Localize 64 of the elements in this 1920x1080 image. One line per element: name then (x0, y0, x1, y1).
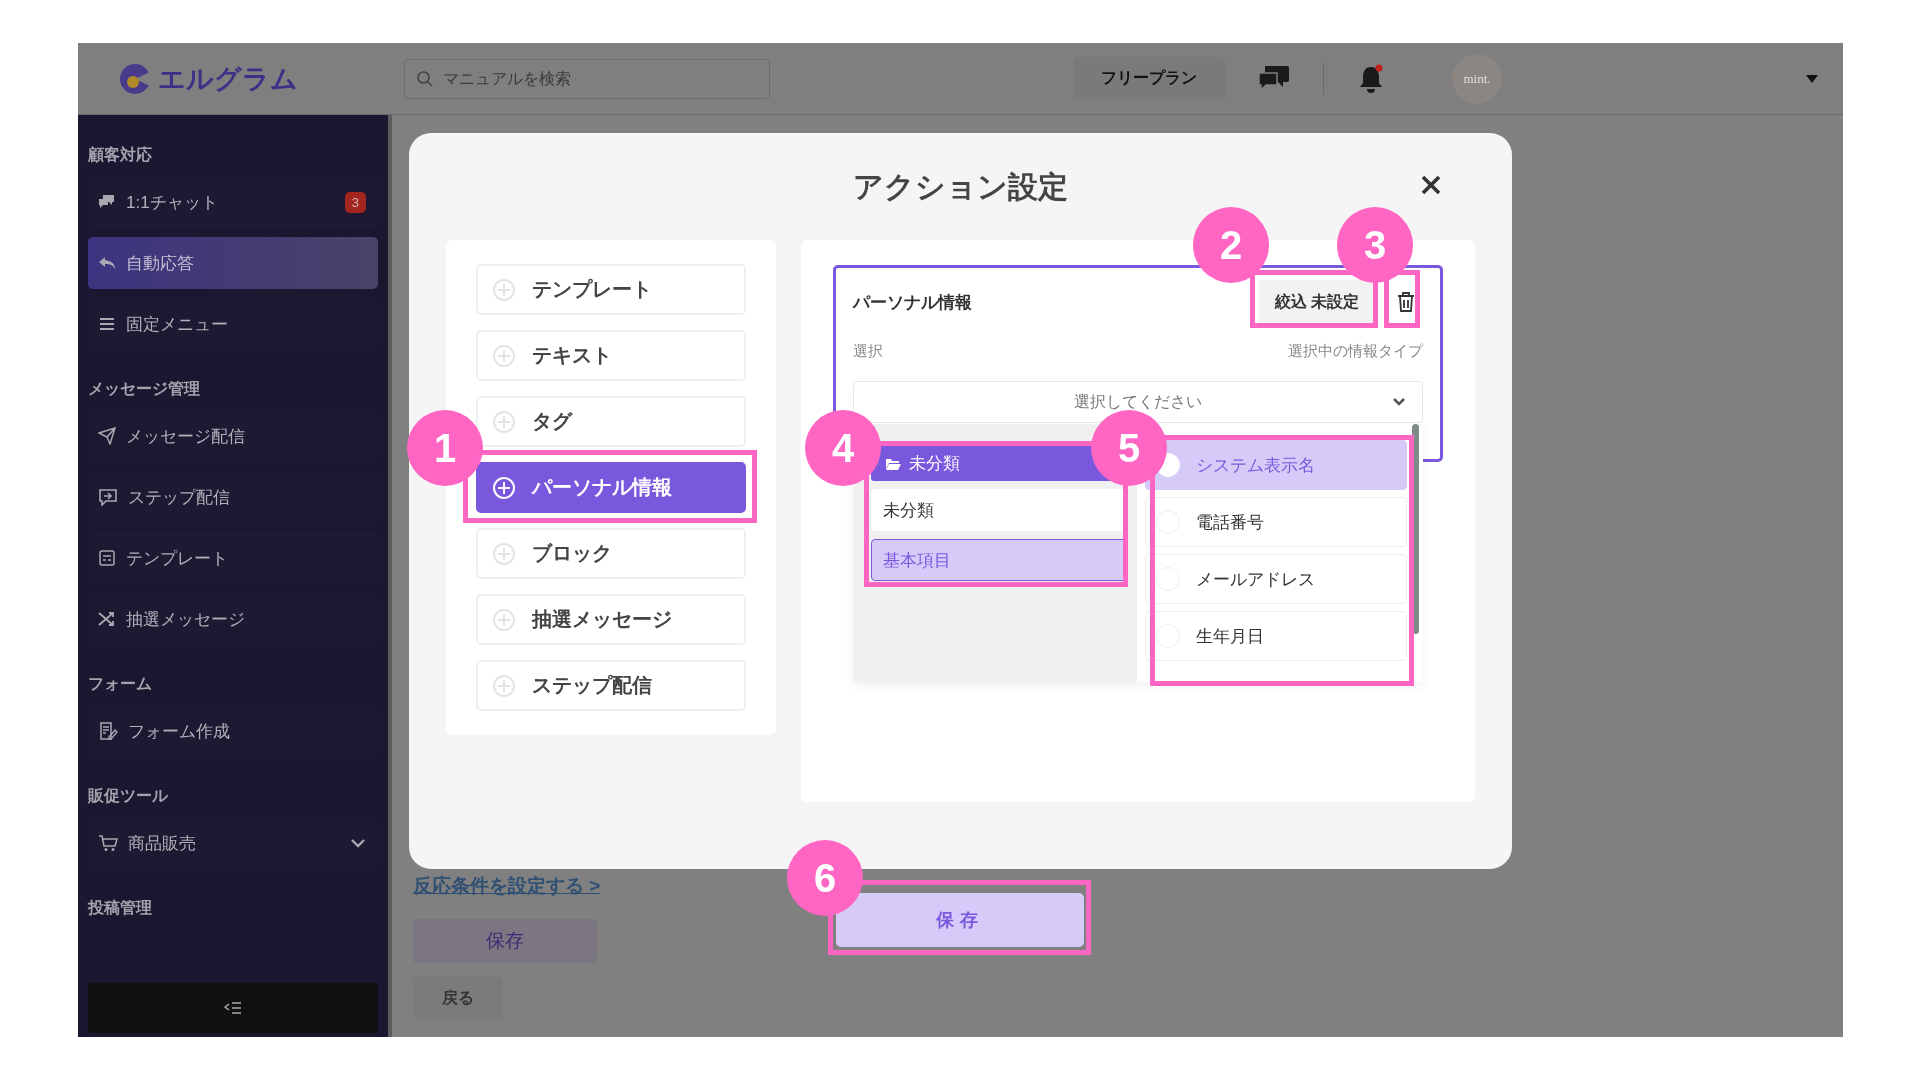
action-option[interactable]: テキスト (476, 330, 746, 381)
sidebar-item-label: メッセージ配信 (126, 425, 246, 448)
action-option[interactable]: ブロック (476, 528, 746, 579)
sidebar-item-label: ステップ配信 (128, 486, 231, 509)
message-arrow-icon (98, 488, 118, 506)
caret-icon[interactable] (1805, 73, 1819, 84)
plus-circle-icon (492, 409, 516, 434)
count-badge: 3 (344, 191, 366, 213)
card-title: パーソナル情報 (853, 291, 973, 314)
action-option[interactable]: パーソナル情報 (476, 462, 746, 513)
radio-icon (1156, 567, 1180, 591)
sidebar-item-label: フォーム作成 (128, 720, 231, 743)
trash-icon[interactable] (1397, 291, 1415, 313)
sidebar-item-label: 固定メニュー (126, 313, 229, 336)
reply-icon (98, 255, 116, 271)
send-icon (98, 427, 116, 445)
plus-circle-icon (492, 541, 516, 566)
dialog-title: アクション設定 (853, 169, 1068, 205)
action-option[interactable]: 抽選メッセージ (476, 594, 746, 645)
sidebar-item[interactable]: 自動応答 (88, 237, 378, 289)
chat-icon (98, 194, 116, 210)
logo-text: エルグラム (158, 62, 298, 96)
sidebar-item-label: 抽選メッセージ (126, 608, 246, 631)
sidebar-item-label: 自動応答 (126, 252, 195, 275)
plus-circle-icon (492, 475, 516, 500)
filter-button[interactable]: 絞込 未設定 (1258, 279, 1375, 325)
search-icon (416, 69, 434, 88)
sidebar-item-label: 1:1チャット (126, 191, 219, 214)
section-heading: 投稿管理 (88, 898, 153, 918)
plus-circle-icon (492, 607, 516, 632)
chevron-icon (1392, 397, 1406, 407)
scrollbar[interactable] (1412, 424, 1419, 634)
shuffle-icon (98, 611, 116, 627)
radio-icon (1156, 624, 1180, 648)
plan-button[interactable]: フリープラン (1073, 57, 1225, 100)
info-type-label: 選択中の情報タイプ (1288, 342, 1423, 361)
section-heading: メッセージ管理 (88, 379, 201, 399)
action-option[interactable]: テンプレート (476, 264, 746, 315)
menu-icon (98, 316, 116, 332)
folder-icon (885, 456, 901, 470)
section-heading: フォーム (88, 674, 153, 694)
logo-icon (118, 61, 152, 96)
section-heading: 顧客対応 (88, 145, 153, 165)
search-field[interactable]: マニュアルを検索 (404, 58, 770, 99)
chevron-icon[interactable] (350, 838, 366, 848)
select-field[interactable]: 選択してください (853, 381, 1423, 423)
field-option[interactable]: メールアドレス (1145, 554, 1407, 604)
field-option[interactable]: 電話番号 (1145, 497, 1407, 547)
close-icon[interactable] (1420, 174, 1442, 196)
radio-icon (1156, 510, 1180, 534)
action-option[interactable]: ステップ配信 (476, 660, 746, 711)
collapse-icon (224, 1001, 242, 1015)
cart-icon (98, 834, 118, 852)
action-option[interactable]: タグ (476, 396, 746, 447)
select-label: 選択 (853, 342, 883, 361)
card-icon (98, 549, 116, 567)
sidebar-item-label: テンプレート (126, 547, 229, 570)
section-heading: 販促ツール (88, 786, 169, 806)
plus-circle-icon (492, 277, 516, 302)
sidebar-item-label: 商品販売 (128, 832, 197, 855)
field-option[interactable]: 生年月日 (1145, 611, 1407, 661)
plus-circle-icon (492, 673, 516, 698)
form-icon (98, 721, 118, 741)
plus-circle-icon (492, 343, 516, 368)
